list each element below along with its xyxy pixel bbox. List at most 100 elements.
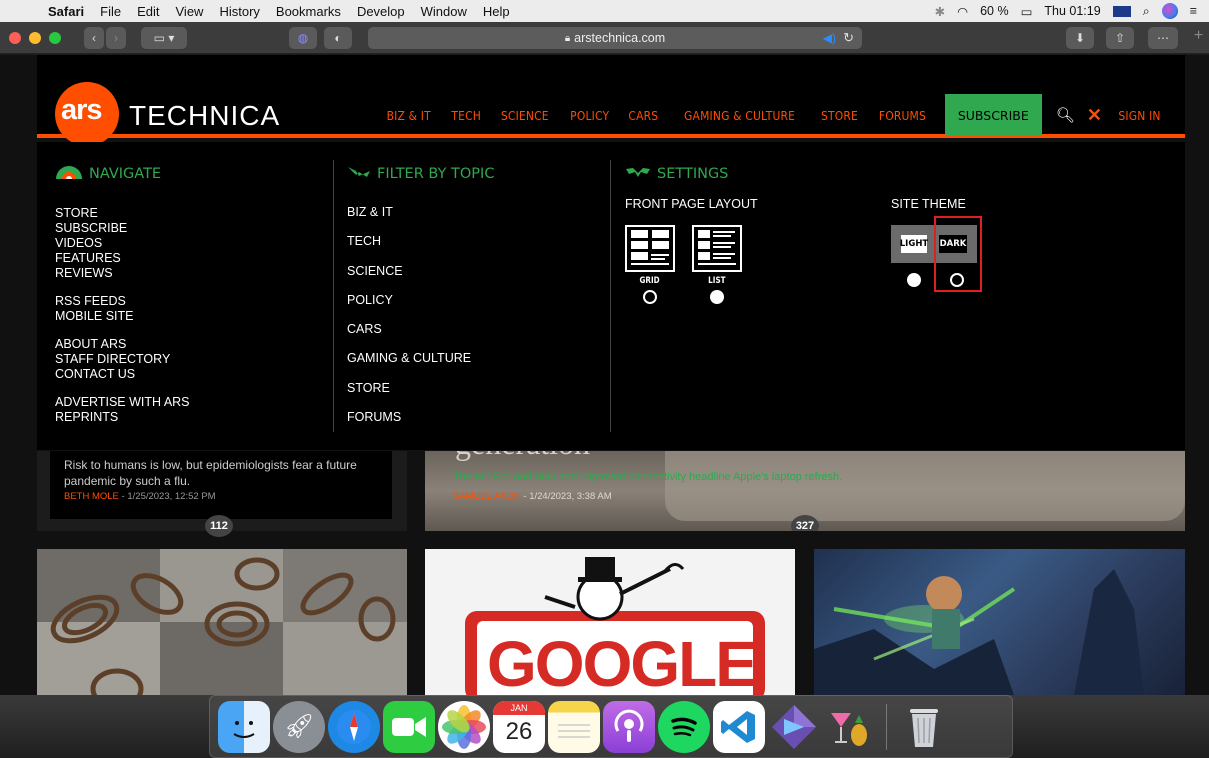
tab-overview-button[interactable]: ⋯ — [1148, 27, 1178, 49]
nav-mobile-site-link[interactable]: MOBILE SITE — [55, 309, 190, 324]
photos-icon[interactable] — [438, 700, 490, 753]
privacy-extension-icon[interactable]: ◍ — [289, 27, 317, 49]
nav-rss-feeds-link[interactable]: RSS FEEDS — [55, 294, 190, 309]
reload-icon[interactable]: ↻ — [843, 30, 854, 46]
cocktail-icon[interactable] — [823, 701, 875, 753]
grid-radio[interactable] — [643, 290, 657, 304]
nav-tech[interactable]: TECH — [445, 108, 487, 123]
menu-file[interactable]: File — [92, 4, 129, 19]
article-teaser[interactable]: Risk to humans is low, but epidemiologis… — [64, 457, 364, 489]
facetime-icon[interactable] — [383, 700, 435, 753]
back-button[interactable]: ‹ — [84, 27, 104, 49]
xcode-instruments-icon[interactable] — [768, 701, 820, 753]
forward-button[interactable]: › — [106, 27, 126, 49]
article-image-spirals[interactable] — [37, 549, 407, 695]
topic-science[interactable]: SCIENCE — [347, 257, 494, 286]
sidebar-toggle-button[interactable]: ▭ ▾ — [141, 27, 187, 49]
nav-staff-directory-link[interactable]: STAFF DIRECTORY — [55, 352, 190, 367]
share-button[interactable]: ⇧ — [1106, 27, 1134, 49]
vscode-icon[interactable] — [713, 700, 765, 753]
topic-store[interactable]: STORE — [347, 374, 494, 403]
light-theme-chip[interactable]: LIGHT — [900, 235, 928, 253]
safari-icon[interactable] — [328, 700, 380, 753]
article-author[interactable]: SAMUEL AXON — [453, 491, 521, 502]
nav-biz-it[interactable]: BIZ & IT — [381, 108, 437, 123]
audio-playing-icon[interactable]: ◀) — [823, 31, 836, 45]
nav-advertise-link[interactable]: ADVERTISE WITH ARS — [55, 395, 190, 410]
light-theme-radio[interactable] — [907, 273, 921, 287]
nav-videos-link[interactable]: VIDEOS — [55, 236, 190, 251]
comment-count-bubble[interactable]: 112 — [205, 515, 233, 537]
topic-forums[interactable]: FORUMS — [347, 403, 494, 432]
siri-icon[interactable] — [1161, 3, 1178, 19]
menu-bookmarks[interactable]: Bookmarks — [268, 4, 349, 19]
article-card[interactable]: Risk to humans is low, but epidemiologis… — [37, 451, 407, 537]
shield-icon[interactable]: ◐ — [324, 27, 352, 49]
menu-app-name[interactable]: Safari — [40, 4, 92, 19]
nav-gaming-culture[interactable]: GAMING & CULTURE — [678, 108, 801, 123]
nav-features-link[interactable]: FEATURES — [55, 251, 190, 266]
topic-policy[interactable]: POLICY — [347, 286, 494, 315]
finder-icon[interactable] — [218, 700, 270, 753]
layout-list-option[interactable]: LIST — [692, 225, 742, 304]
nav-subscribe-link[interactable]: SUBSCRIBE — [55, 221, 190, 236]
sign-in-link[interactable]: SIGN IN — [1112, 108, 1166, 123]
menu-edit[interactable]: Edit — [129, 4, 167, 19]
nav-policy[interactable]: POLICY — [564, 108, 615, 123]
subscribe-button[interactable]: SUBSCRIBE — [944, 94, 1042, 136]
article-author[interactable]: BETH MOLE — [64, 491, 119, 502]
menu-view[interactable]: View — [168, 4, 212, 19]
downloads-button[interactable]: ⬇ — [1066, 27, 1094, 49]
menu-help[interactable]: Help — [475, 4, 518, 19]
nav-reprints-link[interactable]: REPRINTS — [55, 410, 190, 425]
notification-center-icon[interactable]: ≡ — [1190, 4, 1197, 18]
article-headline-fragment[interactable]: generation — [455, 451, 590, 462]
nav-store-link[interactable]: STORE — [55, 206, 190, 221]
nav-contact-us-link[interactable]: CONTACT US — [55, 367, 190, 382]
site-logo[interactable]: ars — [55, 82, 119, 146]
comment-count-bubble[interactable]: 327 — [791, 515, 819, 531]
menu-develop[interactable]: Develop — [349, 4, 413, 19]
battery-percent[interactable]: 60 % — [980, 4, 1009, 18]
close-menu-icon[interactable]: ✕ — [1081, 105, 1108, 126]
article-teaser[interactable]: The M2 Pro and Max and improved connecti… — [453, 471, 842, 483]
menubar-clock[interactable]: Thu 01:19 — [1044, 4, 1100, 18]
nav-science[interactable]: SCIENCE — [495, 108, 555, 123]
list-radio[interactable] — [710, 290, 724, 304]
new-tab-button[interactable]: + — [1188, 27, 1209, 49]
nav-reviews-link[interactable]: REVIEWS — [55, 266, 190, 281]
podcasts-icon[interactable] — [603, 700, 655, 753]
menu-history[interactable]: History — [211, 4, 267, 19]
address-bar[interactable]: 🔒︎ arstechnica.com ◀) ↻ — [368, 27, 862, 49]
layout-grid-option[interactable]: GRID — [625, 225, 675, 304]
nav-store[interactable]: STORE — [815, 108, 864, 123]
zoom-window-button[interactable] — [49, 31, 61, 44]
nav-about-ars-link[interactable]: ABOUT ARS — [55, 337, 190, 352]
wifi-icon[interactable]: ◠ — [957, 4, 968, 19]
trash-icon[interactable] — [898, 701, 950, 753]
topic-biz-it[interactable]: BIZ & IT — [347, 198, 494, 227]
minimize-window-button[interactable] — [29, 31, 41, 44]
list-layout-icon[interactable] — [692, 225, 742, 272]
bluetooth-icon[interactable]: ✱ — [935, 4, 945, 19]
logo-technica-text[interactable]: TECHNICA — [129, 100, 280, 132]
calendar-icon[interactable]: JAN 26 — [493, 700, 545, 753]
grid-layout-icon[interactable] — [625, 225, 675, 272]
battery-icon[interactable]: ▭ — [1021, 4, 1033, 19]
spotify-icon[interactable] — [658, 700, 710, 753]
article-image-google-monopoly[interactable]: GOOGLE — [425, 549, 795, 695]
menu-window[interactable]: Window — [413, 4, 475, 19]
topic-gaming-culture[interactable]: GAMING & CULTURE — [347, 344, 494, 373]
search-icon[interactable]: 🔍︎ — [1050, 106, 1081, 124]
notes-icon[interactable] — [548, 700, 600, 753]
launchpad-icon[interactable]: 🚀︎ — [273, 700, 325, 753]
topic-cars[interactable]: CARS — [347, 315, 494, 344]
nav-cars[interactable]: CARS — [623, 108, 665, 123]
topic-tech[interactable]: TECH — [347, 227, 494, 256]
nav-forums[interactable]: FORUMS — [873, 108, 932, 123]
article-card[interactable]: generation The M2 Pro and Max and improv… — [425, 451, 1185, 531]
article-image-game[interactable] — [814, 549, 1185, 695]
spotlight-icon[interactable]: ⌕ — [1143, 4, 1150, 19]
input-source-flag-icon[interactable] — [1112, 5, 1131, 17]
close-window-button[interactable] — [9, 31, 21, 44]
